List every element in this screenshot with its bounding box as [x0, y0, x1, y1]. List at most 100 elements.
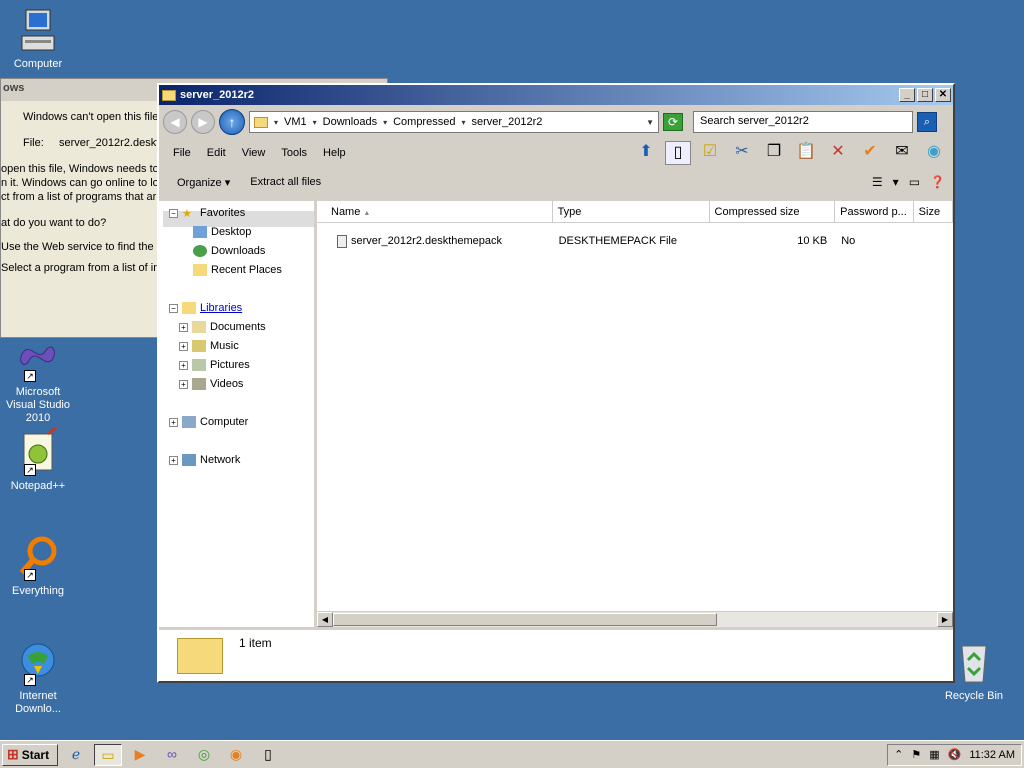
preview-pane-toggle-icon[interactable]: ▭ — [909, 175, 920, 189]
collapse-icon[interactable]: − — [169, 303, 178, 313]
expand-icon[interactable]: + — [169, 455, 178, 465]
minimize-button[interactable]: _ — [899, 88, 915, 102]
forward-button[interactable]: ▶ — [191, 110, 215, 134]
nav-libraries[interactable]: − Libraries — [169, 302, 242, 314]
nav-computer[interactable]: + Computer — [169, 416, 248, 428]
network-tray-icon[interactable]: ▦ — [929, 748, 939, 761]
dialog-file-label: File: — [23, 137, 44, 149]
menu-view[interactable]: View — [234, 147, 274, 159]
collapse-icon[interactable]: − — [169, 208, 178, 218]
check-list-icon[interactable]: ☑ — [697, 141, 723, 165]
nav-videos[interactable]: + Videos — [179, 378, 243, 390]
show-hidden-icons-icon[interactable]: ⌃ — [894, 748, 903, 761]
menu-file[interactable]: File — [165, 147, 199, 159]
expand-icon[interactable]: + — [179, 341, 188, 351]
volume-muted-icon[interactable]: 🔇 — [948, 748, 962, 761]
nav-label: Videos — [210, 378, 244, 390]
extract-all-button[interactable]: Extract all files — [240, 176, 331, 188]
window-title: server_2012r2 — [180, 89, 255, 101]
nav-recent-places[interactable]: Recent Places — [193, 264, 282, 276]
column-size[interactable]: Size — [914, 201, 953, 222]
column-name[interactable]: Name ▲ — [317, 201, 553, 222]
breadcrumb-server[interactable]: server_2012r2 — [471, 116, 542, 128]
web-service-option[interactable]: Use the Web service to find the c — [1, 241, 162, 253]
expand-icon[interactable]: + — [179, 379, 188, 389]
up-button[interactable]: ↑ — [219, 109, 245, 135]
address-row: ◀ ▶ ↑ ▾ VM1 ▾ Downloads ▾ Compressed ▾ s… — [159, 105, 953, 139]
desktop-icon — [193, 226, 207, 238]
internet-explorer-icon[interactable]: ℯ — [62, 744, 90, 766]
column-type[interactable]: Type — [553, 201, 710, 222]
paste-icon[interactable]: 📋 — [793, 141, 819, 165]
column-compressed-size[interactable]: Compressed size — [710, 201, 836, 222]
refresh-button[interactable]: ⟳ — [663, 113, 683, 131]
chevron-right-icon[interactable]: ▾ — [461, 118, 465, 127]
search-icon[interactable]: ⌕ — [917, 112, 937, 132]
organize-button[interactable]: Organize ▾ — [167, 176, 240, 189]
taskbar: ⊞ Start ℯ ▭ ▶ ∞ ◎ ◉ ▯ ⌃ ⚑ ▦ 🔇 11:32 AM — [0, 740, 1024, 768]
clock[interactable]: 11:32 AM — [969, 749, 1015, 761]
select-program-option[interactable]: Select a program from a list of ins — [1, 262, 165, 274]
menu-edit[interactable]: Edit — [199, 147, 234, 159]
chevron-right-icon[interactable]: ▾ — [383, 118, 387, 127]
desktop-icon-internet-download[interactable]: ↗ Internet Downlo... — [0, 638, 76, 716]
up-folder-icon[interactable]: ⬆ — [633, 141, 659, 165]
back-button[interactable]: ◀ — [163, 110, 187, 134]
accept-icon[interactable]: ✔ — [857, 141, 883, 165]
file-icon — [337, 234, 347, 248]
nav-music[interactable]: + Music — [179, 340, 239, 352]
cut-icon[interactable]: ✂ — [729, 141, 755, 165]
flag-icon[interactable]: ⚑ — [911, 748, 921, 761]
web-icon[interactable]: ◉ — [921, 141, 947, 165]
address-dropdown-icon[interactable]: ▼ — [646, 118, 654, 127]
chevron-down-icon[interactable]: ▾ — [893, 175, 899, 189]
table-row[interactable]: server_2012r2.deskthemepack DESKTHEMEPAC… — [317, 231, 953, 251]
nav-documents[interactable]: + Documents — [179, 321, 266, 333]
start-button[interactable]: ⊞ Start — [2, 743, 58, 766]
desktop-icon-computer[interactable]: Computer — [0, 6, 76, 71]
close-button[interactable]: ✕ — [935, 88, 951, 102]
address-bar[interactable]: ▾ VM1 ▾ Downloads ▾ Compressed ▾ server_… — [249, 111, 659, 133]
desktop-icon-notepadpp[interactable]: ↗ Notepad++ — [0, 424, 76, 493]
firefox-icon[interactable]: ◉ — [222, 744, 250, 766]
delete-icon[interactable]: ✕ — [825, 141, 851, 165]
nav-network[interactable]: + Network — [169, 454, 240, 466]
expand-icon[interactable]: + — [179, 360, 188, 370]
explorer-taskbar-icon[interactable]: ▭ — [94, 743, 122, 766]
nav-pictures[interactable]: + Pictures — [179, 359, 250, 371]
libraries-icon — [182, 302, 196, 314]
menu-tools[interactable]: Tools — [273, 147, 315, 159]
chevron-right-icon[interactable]: ▾ — [313, 118, 317, 127]
desktop-icon-label: Notepad++ — [10, 480, 66, 492]
scroll-thumb[interactable] — [333, 613, 717, 626]
copy-icon[interactable]: ❐ — [761, 141, 787, 165]
nav-desktop[interactable]: Desktop — [193, 226, 251, 238]
nav-downloads[interactable]: Downloads — [193, 245, 265, 257]
help-icon[interactable]: ❓ — [930, 175, 945, 189]
network-taskbar-icon[interactable]: ◎ — [190, 744, 218, 766]
mail-icon[interactable]: ✉ — [889, 141, 915, 165]
column-password[interactable]: Password p... — [835, 201, 914, 222]
media-player-icon[interactable]: ▶ — [126, 744, 154, 766]
maximize-button[interactable]: □ — [917, 88, 933, 102]
search-input[interactable]: Search server_2012r2 — [693, 111, 913, 133]
breadcrumb-downloads[interactable]: Downloads — [323, 116, 377, 128]
scroll-right-icon[interactable]: ▶ — [937, 612, 953, 627]
title-bar[interactable]: server_2012r2 _ □ ✕ — [159, 85, 953, 105]
breadcrumb-compressed[interactable]: Compressed — [393, 116, 455, 128]
desktop-icon-visual-studio[interactable]: ↗ Microsoft Visual Studio 2010 — [0, 334, 76, 425]
preview-pane-icon[interactable]: ▯ — [665, 141, 691, 165]
notepad-taskbar-icon[interactable]: ▯ — [254, 744, 282, 766]
expand-icon[interactable]: + — [179, 322, 188, 332]
breadcrumb-vm1[interactable]: VM1 — [284, 116, 307, 128]
view-options-icon[interactable]: ☰ — [872, 175, 883, 189]
scroll-left-icon[interactable]: ◀ — [317, 612, 333, 627]
computer-icon — [182, 416, 196, 428]
visual-studio-taskbar-icon[interactable]: ∞ — [158, 744, 186, 766]
nav-favorites[interactable]: − ★ Favorites — [169, 207, 245, 220]
horizontal-scrollbar[interactable]: ◀ ▶ — [317, 611, 953, 627]
menu-help[interactable]: Help — [315, 147, 354, 159]
chevron-right-icon[interactable]: ▾ — [274, 118, 278, 127]
expand-icon[interactable]: + — [169, 417, 178, 427]
desktop-icon-everything[interactable]: ↗ Everything — [0, 533, 76, 598]
